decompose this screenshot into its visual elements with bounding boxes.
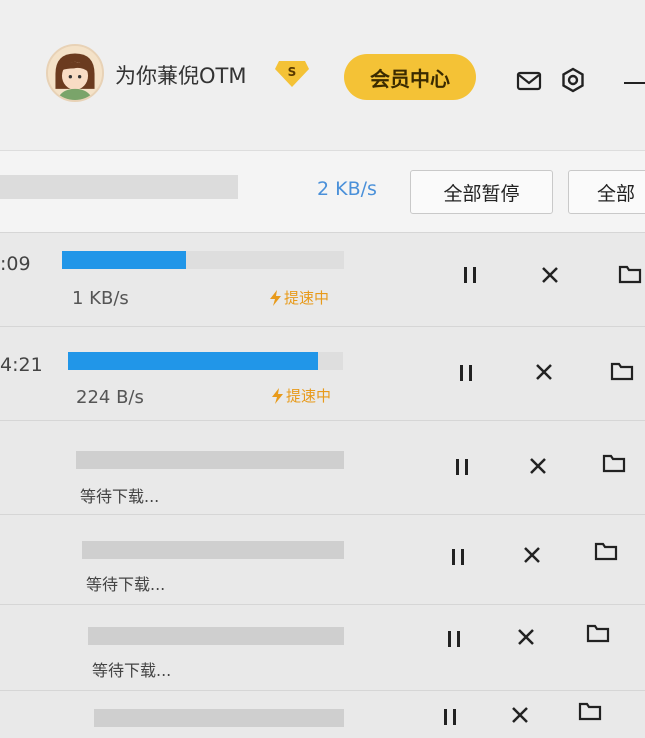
folder-icon[interactable] xyxy=(618,262,642,286)
pause-all-button[interactable]: 全部暂停 xyxy=(410,170,553,214)
download-row[interactable]: 等待下载... xyxy=(0,604,645,698)
svip-badge-icon[interactable]: S xyxy=(275,57,309,89)
progress-bar xyxy=(62,251,344,269)
folder-icon[interactable] xyxy=(602,451,626,475)
svg-text:S: S xyxy=(288,65,297,79)
time-remaining: :09 xyxy=(0,253,31,275)
boost-label: 提速中 xyxy=(286,387,332,405)
all-action-button[interactable]: 全部 xyxy=(568,170,645,214)
close-icon[interactable] xyxy=(514,625,538,649)
pause-icon[interactable] xyxy=(442,627,466,651)
file-name-placeholder xyxy=(88,627,344,645)
toolbar-placeholder xyxy=(0,175,238,199)
folder-icon[interactable] xyxy=(578,699,602,723)
download-status: 等待下载... xyxy=(86,575,166,594)
pause-icon[interactable] xyxy=(446,545,470,569)
lightning-icon xyxy=(270,289,281,306)
close-icon[interactable] xyxy=(508,703,532,727)
pause-icon[interactable] xyxy=(438,705,462,729)
folder-icon[interactable] xyxy=(594,539,618,563)
close-icon[interactable] xyxy=(538,263,562,287)
close-icon[interactable] xyxy=(520,543,544,567)
pause-icon[interactable] xyxy=(450,455,474,479)
title-bar: 为你蒹倪OTM S 会员中心 xyxy=(0,0,645,150)
username[interactable]: 为你蒹倪OTM xyxy=(115,60,246,90)
vip-center-button[interactable]: 会员中心 xyxy=(344,54,476,100)
settings-icon[interactable] xyxy=(560,67,586,93)
progress-fill xyxy=(68,352,319,370)
avatar[interactable] xyxy=(46,44,104,102)
download-status: 等待下载... xyxy=(92,661,172,680)
folder-icon[interactable] xyxy=(610,359,634,383)
download-speed: 1 KB/s xyxy=(72,288,129,309)
pause-icon[interactable] xyxy=(458,263,482,287)
mail-icon[interactable] xyxy=(516,68,542,94)
download-row[interactable] xyxy=(0,690,645,738)
close-icon[interactable] xyxy=(532,360,556,384)
download-row[interactable]: :09 1 KB/s 提速中 xyxy=(0,232,645,326)
time-remaining: 4:21 xyxy=(0,354,43,376)
download-row[interactable]: 等待下载... xyxy=(0,514,645,608)
boost-status: 提速中 xyxy=(272,385,331,406)
pause-icon[interactable] xyxy=(454,361,478,385)
file-name-placeholder xyxy=(94,709,344,727)
boost-label: 提速中 xyxy=(284,289,330,307)
progress-fill xyxy=(62,251,187,269)
boost-status: 提速中 xyxy=(270,287,329,308)
download-row[interactable]: 4:21 224 B/s 提速中 xyxy=(0,326,645,420)
file-name-placeholder xyxy=(82,541,344,559)
file-name-placeholder xyxy=(76,451,344,469)
folder-icon[interactable] xyxy=(586,621,610,645)
download-speed: 224 B/s xyxy=(76,387,144,408)
download-status: 等待下载... xyxy=(80,487,160,506)
download-row[interactable]: 等待下载... xyxy=(0,420,645,514)
close-icon[interactable] xyxy=(526,454,550,478)
total-speed: 2 KB/s xyxy=(317,178,377,200)
minimize-icon[interactable] xyxy=(624,82,645,84)
lightning-icon xyxy=(272,387,283,404)
progress-bar xyxy=(68,352,343,370)
